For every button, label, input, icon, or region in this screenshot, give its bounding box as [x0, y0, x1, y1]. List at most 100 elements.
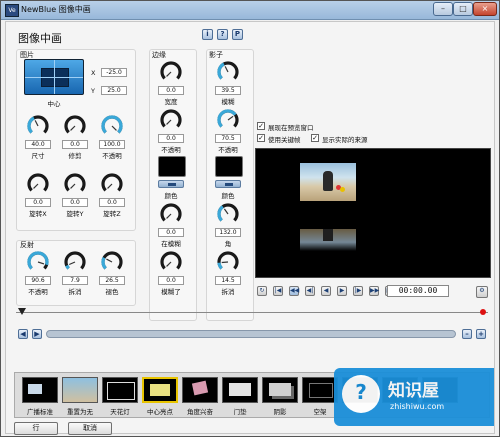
- preset-thumb-2[interactable]: [102, 377, 138, 403]
- loop-button[interactable]: ↻: [257, 286, 267, 296]
- preset-thumb-6[interactable]: [262, 377, 298, 403]
- reflection-opacity-knob[interactable]: [26, 250, 50, 274]
- knob-track: [160, 203, 182, 222]
- border-width-knob[interactable]: [159, 60, 183, 84]
- border-width-field[interactable]: 0.0: [158, 86, 184, 95]
- preset-thumb-4-image: [191, 380, 209, 396]
- shadow-falloff-field[interactable]: 14.5: [215, 276, 241, 285]
- ok-button[interactable]: 行: [14, 422, 58, 435]
- preset-thumb-3[interactable]: [142, 377, 178, 403]
- preset-thumb-7[interactable]: [302, 377, 338, 403]
- knob-indicator: [166, 119, 172, 125]
- crop-knob[interactable]: [63, 114, 87, 138]
- rotate-y-field[interactable]: 0.0: [62, 198, 88, 207]
- knob-level-arc: [217, 62, 225, 80]
- y-field[interactable]: 25.0: [101, 86, 127, 95]
- preset-thumb-5[interactable]: [222, 377, 258, 403]
- title-bar[interactable]: Ve NewBlue 图像中画 – □ ×: [1, 1, 499, 20]
- shadow-blur-field[interactable]: 39.5: [215, 86, 241, 95]
- preset-thumb-6-image: [269, 383, 291, 396]
- shadow-color-swatch[interactable]: [215, 156, 243, 177]
- reflection-fade-knob[interactable]: [100, 250, 124, 274]
- preset-label-5[interactable]: 门垫: [220, 406, 260, 416]
- prev-frame-button[interactable]: ◀|: [305, 286, 315, 296]
- rotate-x-knob[interactable]: [26, 172, 50, 196]
- border-opacity-knob[interactable]: [159, 108, 183, 132]
- preset-thumb-0[interactable]: [22, 377, 58, 403]
- end-marker-icon[interactable]: [480, 309, 486, 315]
- size-knob[interactable]: [26, 114, 50, 138]
- border-opacity-field[interactable]: 0.0: [158, 134, 184, 143]
- fast-forward-button[interactable]: ▶▶: [369, 286, 379, 296]
- cancel-button[interactable]: 取消: [68, 422, 112, 435]
- preset-label-6[interactable]: 阴影: [260, 406, 300, 416]
- use-keyframes-checkbox[interactable]: ✓: [257, 134, 265, 142]
- zoom-in-button[interactable]: +: [476, 329, 486, 339]
- rotate-y-knob[interactable]: [63, 172, 87, 196]
- keyframe-track[interactable]: [16, 312, 488, 313]
- preset-label-1[interactable]: 重置为无: [60, 406, 100, 416]
- crop-field[interactable]: 0.0: [62, 140, 88, 149]
- position-pad[interactable]: [24, 59, 84, 95]
- settings-icon[interactable]: ⚙: [476, 286, 488, 298]
- rotate-z-knob[interactable]: [100, 172, 124, 196]
- timeline-scroll-right-button[interactable]: ▶: [32, 329, 42, 339]
- preset-button[interactable]: P: [232, 29, 243, 40]
- border-feather-out-field[interactable]: 0.0: [158, 276, 184, 285]
- next-frame-button[interactable]: |▶: [353, 286, 363, 296]
- rotate-z-field[interactable]: 0.0: [99, 198, 125, 207]
- shadow-opacity-field[interactable]: 70.5: [215, 134, 241, 143]
- border-color-picker-button[interactable]: [158, 180, 184, 188]
- opacity-field[interactable]: 100.0: [99, 140, 125, 149]
- show-preview-checkbox[interactable]: ✓: [257, 122, 265, 130]
- show-source-checkbox[interactable]: ✓: [311, 134, 319, 142]
- reflection-opacity-field[interactable]: 90.6: [25, 276, 51, 285]
- reflection-falloff-knob[interactable]: [63, 250, 87, 274]
- minimize-button[interactable]: –: [433, 2, 453, 16]
- reflection-falloff-field[interactable]: 7.9: [62, 276, 88, 285]
- knob-indicator: [166, 71, 172, 77]
- play-button[interactable]: ▶: [337, 286, 347, 296]
- preset-label-3[interactable]: 中心亮点: [140, 406, 180, 416]
- border-color-swatch[interactable]: [158, 156, 186, 177]
- timecode-display[interactable]: 00:00.00: [387, 285, 449, 297]
- show-preview-label: 展现在预览窗口: [268, 124, 314, 132]
- reflection-fade-label: 褪色: [105, 288, 119, 296]
- app-logo-icon: Ve: [5, 4, 19, 17]
- close-button[interactable]: ×: [473, 2, 497, 16]
- shadow-angle-knob[interactable]: [216, 202, 240, 226]
- preset-label-2[interactable]: 天花灯: [100, 406, 140, 416]
- playhead-marker-icon[interactable]: [18, 308, 26, 315]
- knob-track: [160, 61, 182, 80]
- size-field[interactable]: 40.0: [25, 140, 51, 149]
- shadow-falloff-knob[interactable]: [216, 250, 240, 274]
- go-start-button[interactable]: |◀: [273, 286, 283, 296]
- zoom-out-button[interactable]: –: [462, 329, 472, 339]
- shadow-blur-knob[interactable]: [216, 60, 240, 84]
- preview-figure: [323, 171, 333, 191]
- border-feather-in-field[interactable]: 0.0: [158, 228, 184, 237]
- preset-thumb-4[interactable]: [182, 377, 218, 403]
- shadow-color-picker-button[interactable]: [215, 180, 241, 188]
- play-reverse-button[interactable]: ◀: [321, 286, 331, 296]
- timeline-scroll-left-button[interactable]: ◀: [18, 329, 28, 339]
- reflection-fade-field[interactable]: 26.5: [99, 276, 125, 285]
- preset-label-4[interactable]: 角度兴奋: [180, 406, 220, 416]
- timeline-scrollbar[interactable]: [46, 330, 456, 338]
- rotate-x-field[interactable]: 0.0: [25, 198, 51, 207]
- opacity-knob[interactable]: [100, 114, 124, 138]
- shadow-angle-field[interactable]: 132.0: [215, 228, 241, 237]
- preset-thumb-7-frame: [309, 383, 333, 398]
- knob-level-arc: [65, 264, 70, 270]
- maximize-button[interactable]: □: [453, 2, 473, 16]
- info-button[interactable]: i: [202, 29, 213, 40]
- preset-thumb-1[interactable]: [62, 377, 98, 403]
- preset-label-0[interactable]: 广播标准: [20, 406, 60, 416]
- border-feather-out-knob[interactable]: [159, 250, 183, 274]
- border-feather-in-knob[interactable]: [159, 202, 183, 226]
- shadow-opacity-knob[interactable]: [216, 108, 240, 132]
- x-field[interactable]: -25.0: [101, 68, 127, 77]
- help-button[interactable]: ?: [217, 29, 228, 40]
- shadow-opacity-label: 不透明: [218, 146, 238, 154]
- rewind-button[interactable]: ◀◀: [289, 286, 299, 296]
